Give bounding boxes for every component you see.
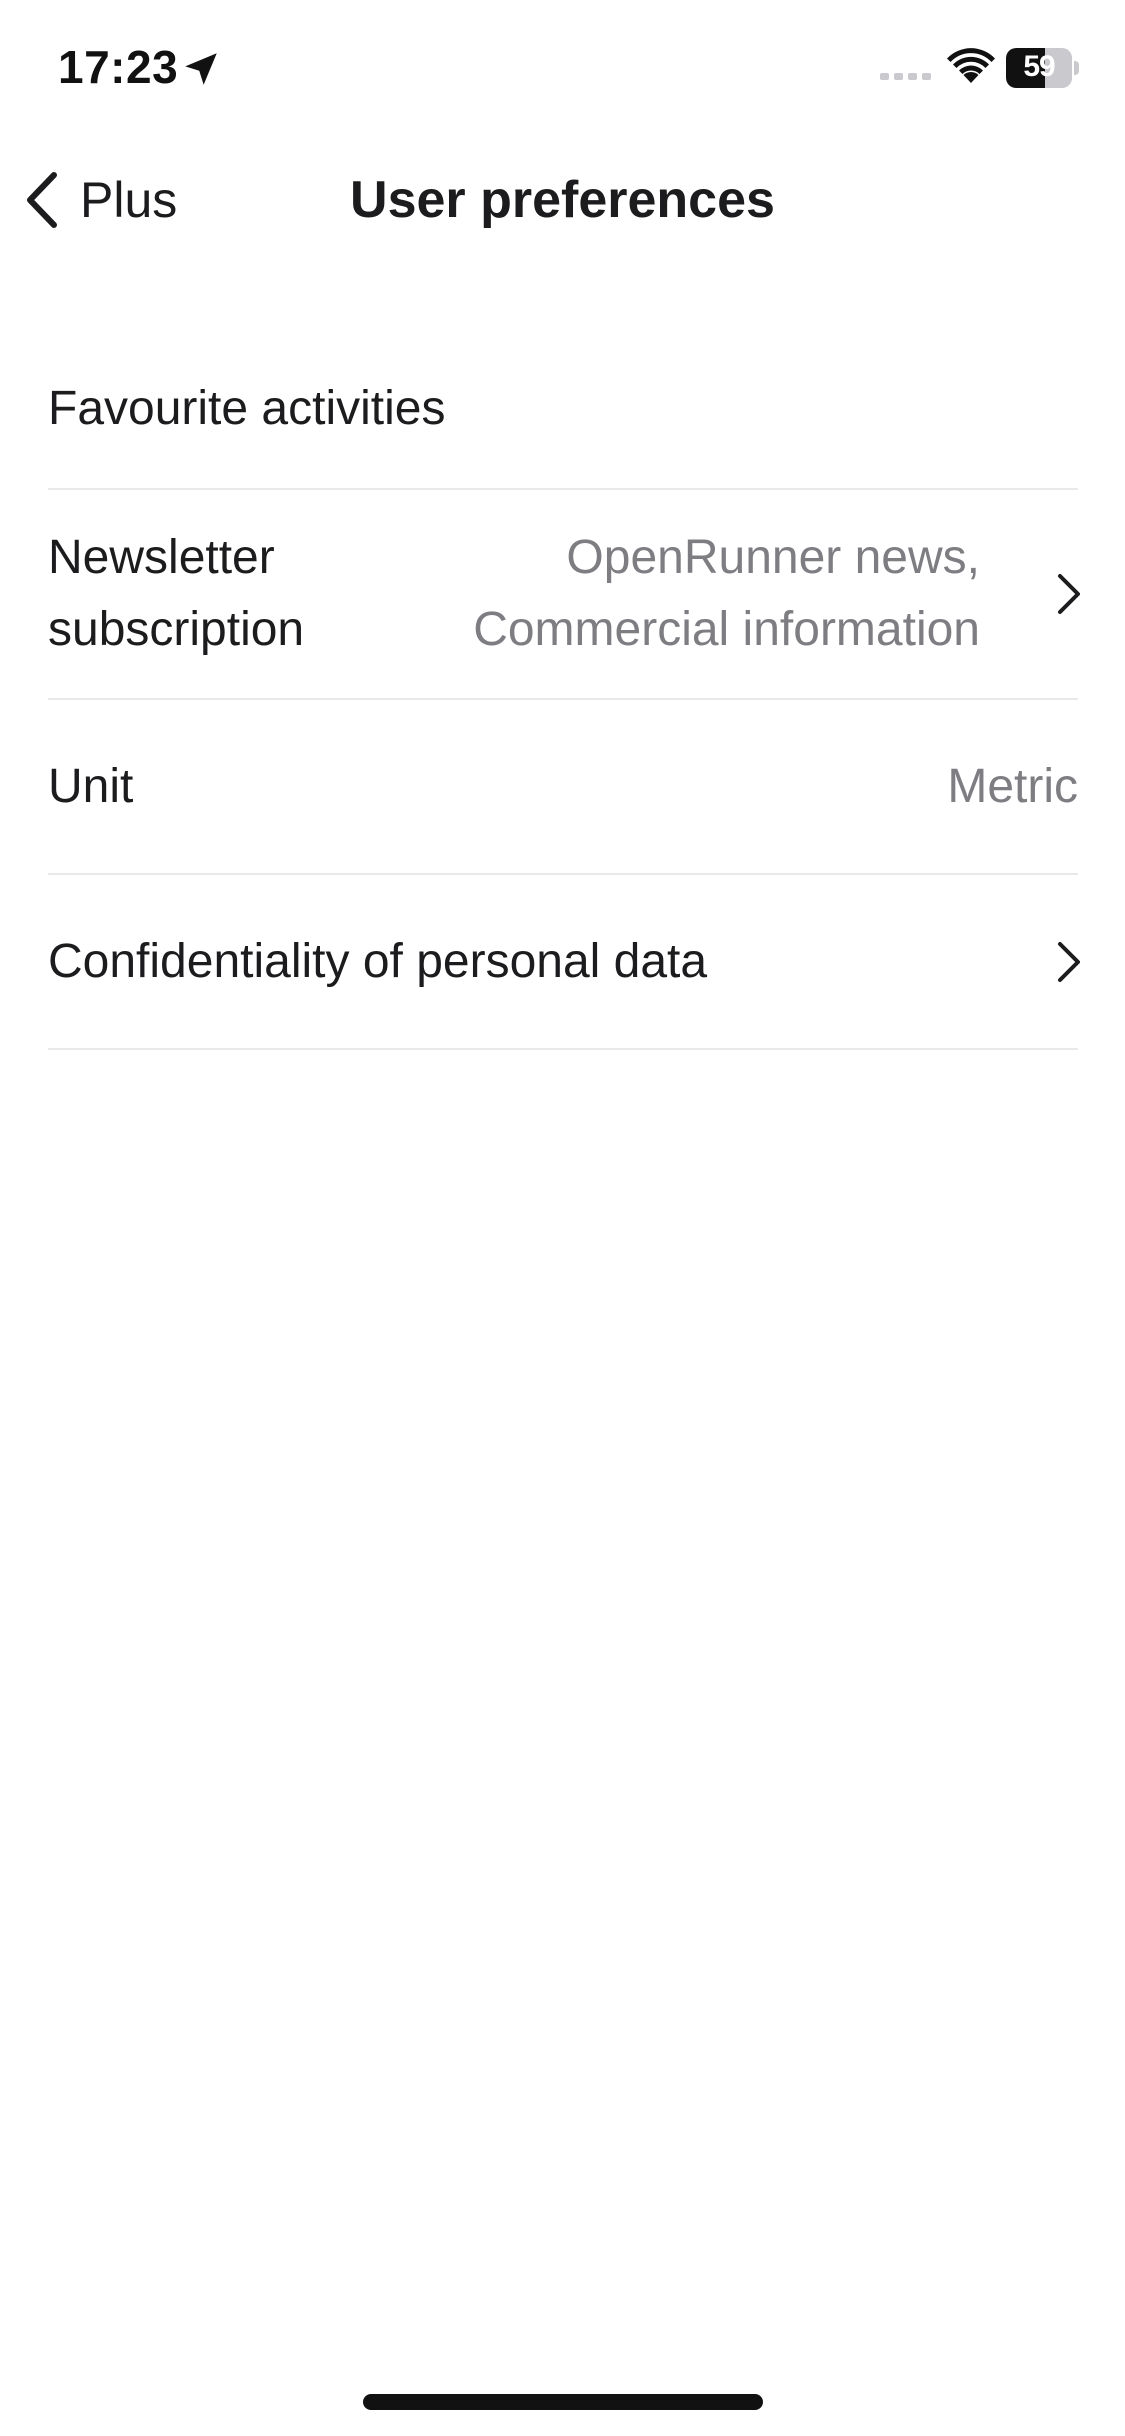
row-label: Newsletter subscription (48, 531, 305, 656)
row-label: Favourite activities (48, 382, 446, 435)
location-arrow-icon (185, 53, 217, 85)
home-indicator (363, 2394, 763, 2410)
row-label: Unit (48, 759, 134, 813)
row-label: Confidentiality of personal data (48, 934, 708, 988)
cellular-signal-icon (880, 73, 931, 80)
navigation-bar: Plus User preferences (0, 140, 1125, 260)
screen: 17:23 59 Plus User preferences Favourite… (0, 0, 1125, 2436)
chevron-right-icon (1058, 574, 1080, 614)
page-title: User preferences (350, 171, 775, 229)
row-value: Metric (947, 759, 1078, 813)
settings-list: Favourite activities Newsletter subscrip… (48, 330, 1080, 1050)
battery-body: 59 (1006, 48, 1072, 88)
chevron-right-icon (1058, 941, 1080, 982)
row-value: OpenRunner news, Commercial information (473, 531, 980, 656)
wifi-icon (947, 48, 995, 83)
battery-level: 59 (1023, 50, 1055, 83)
status-time: 17:23 (58, 41, 179, 93)
newsletter-subscription-row[interactable]: Newsletter subscription OpenRunner news,… (48, 490, 1080, 700)
status-bar: 17:23 59 (0, 0, 1125, 140)
confidentiality-row[interactable]: Confidentiality of personal data (48, 875, 1080, 1050)
battery-icon: 59 (1006, 48, 1079, 88)
favourite-activities-row[interactable]: Favourite activities (48, 330, 1078, 490)
unit-row[interactable]: Unit Metric (48, 700, 1078, 875)
battery-tip (1074, 61, 1079, 75)
